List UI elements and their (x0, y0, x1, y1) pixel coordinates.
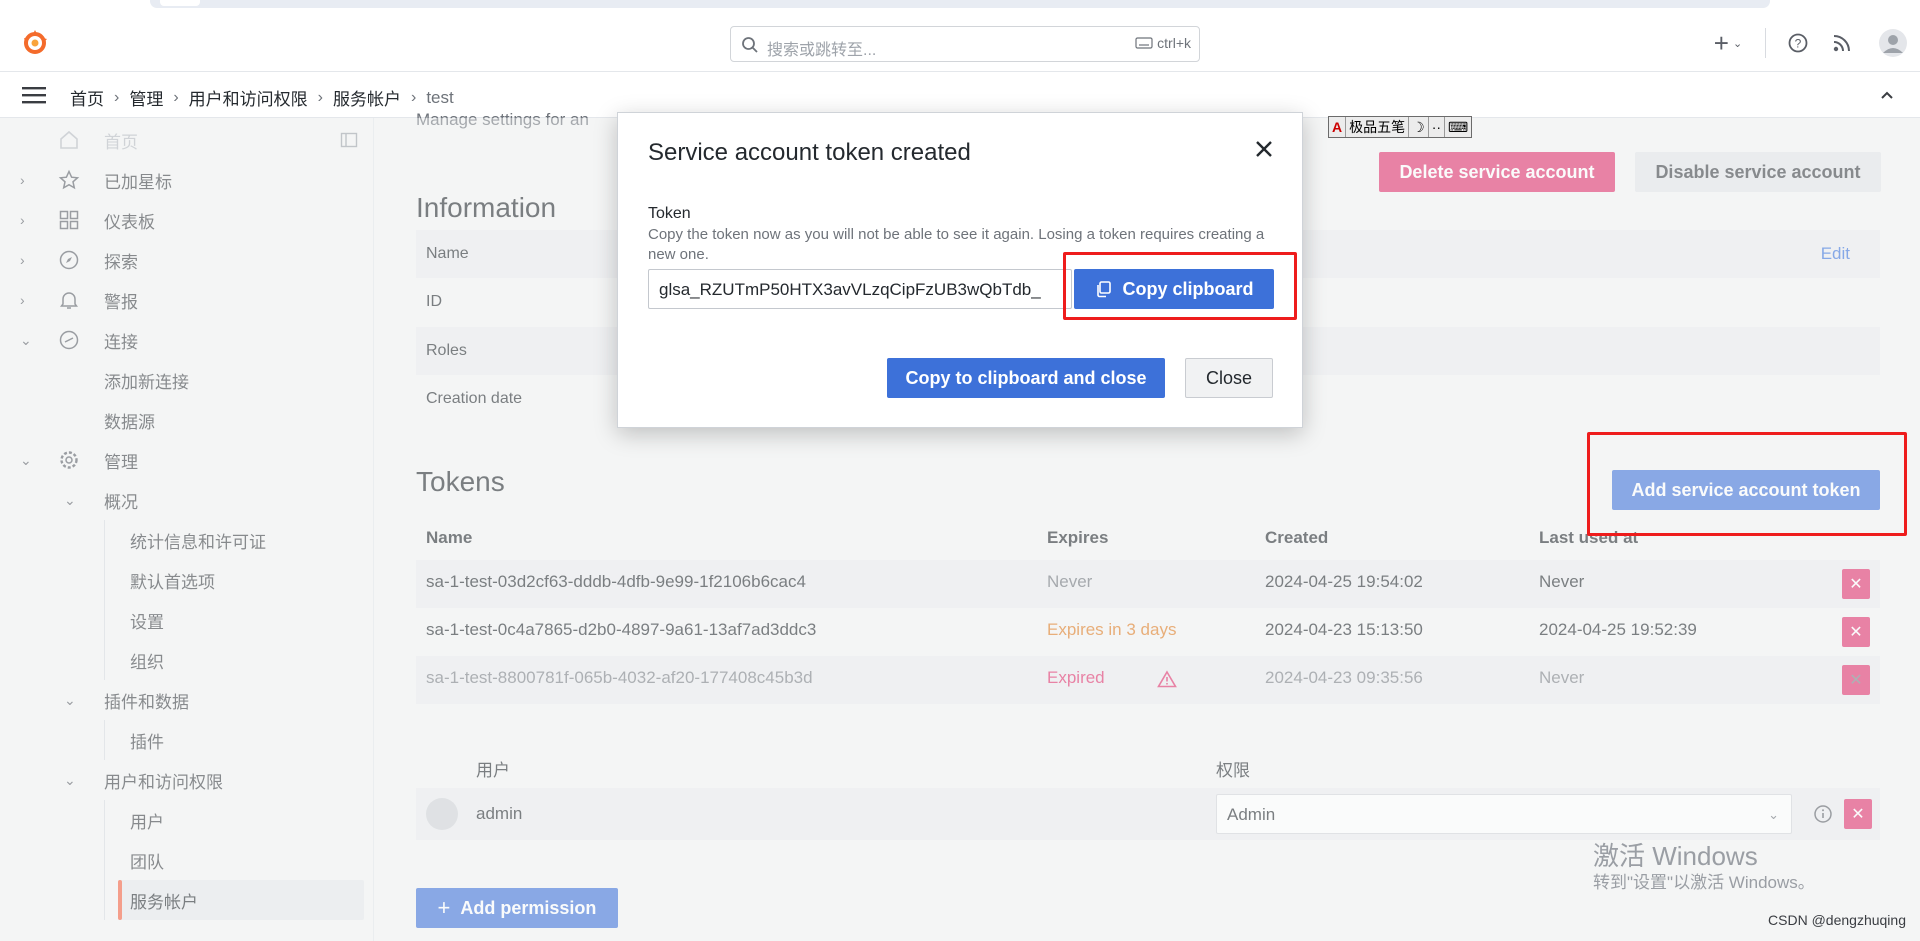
menu-icon[interactable] (22, 85, 46, 105)
annotation-rect-copy (1063, 252, 1297, 320)
copy-and-close-button[interactable]: Copy to clipboard and close (887, 358, 1165, 398)
punctuation-icon[interactable]: ·· (1429, 117, 1446, 137)
help-button[interactable]: ? (1778, 14, 1818, 72)
token-label: Token (648, 205, 691, 222)
search-shortcut: ctrl+k (1135, 35, 1191, 51)
keyboard-icon[interactable]: ⌨ (1445, 117, 1471, 137)
search-placeholder: 搜索或跳转至... (767, 42, 877, 59)
profile-button[interactable] (1866, 14, 1920, 72)
close-button[interactable]: Close (1185, 358, 1273, 398)
token-value: glsa_RZUTmP50HTX3avVLzqCipFzUB3wQbTdb_ (659, 280, 1041, 299)
top-bar: 搜索或跳转至... ctrl+k + ⌄ ? (0, 14, 1920, 72)
ime-mode[interactable]: A (1329, 117, 1347, 137)
search-icon (742, 37, 758, 53)
ime-name[interactable]: 极品五笔 (1346, 117, 1410, 137)
breadcrumb-current: test (426, 87, 454, 107)
breadcrumb-users-access[interactable]: 用户和访问权限 (189, 85, 308, 110)
breadcrumb-home[interactable]: 首页 (70, 85, 104, 110)
rss-icon (1833, 35, 1850, 52)
browser-address-bar[interactable] (150, 0, 1770, 8)
breadcrumb-separator: › (114, 88, 120, 106)
search-shortcut-label: ctrl+k (1157, 35, 1191, 51)
ime-toolbar: A 极品五笔 ☽ ·· ⌨ (1328, 116, 1473, 138)
browser-address-strip (0, 0, 1920, 14)
breadcrumb-separator: › (410, 88, 417, 106)
breadcrumb-separator: › (173, 88, 179, 106)
chevron-down-icon: ⌄ (1732, 37, 1743, 50)
news-button[interactable] (1818, 14, 1866, 72)
breadcrumb-service-accounts[interactable]: 服务帐户 (333, 85, 401, 110)
close-icon[interactable] (1252, 137, 1276, 161)
csdn-credit: CSDN @dengzhuqing (1768, 912, 1906, 928)
keyboard-icon (1135, 37, 1153, 49)
chevron-up-icon[interactable] (1878, 86, 1896, 104)
windows-activation-hint: 转到"设置"以激活 Windows。 (1593, 873, 1815, 892)
annotation-rect-add-token (1587, 432, 1907, 536)
grafana-logo-icon[interactable] (20, 28, 50, 58)
new-menu-button[interactable]: + ⌄ (1703, 14, 1753, 72)
svg-text:?: ? (1795, 37, 1802, 51)
browser-tab[interactable] (160, 0, 200, 6)
modal-title: Service account token created (648, 139, 971, 166)
breadcrumb-separator: › (317, 88, 323, 106)
top-right-actions: + ⌄ ? (1703, 14, 1920, 72)
moon-icon[interactable]: ☽ (1409, 117, 1429, 137)
plus-icon: + (1713, 27, 1729, 58)
breadcrumb: 首页 › 管理 › 用户和访问权限 › 服务帐户 › test (70, 85, 454, 110)
help-icon: ? (1788, 33, 1808, 53)
search-input[interactable]: 搜索或跳转至... ctrl+k (730, 26, 1200, 62)
divider (1765, 28, 1766, 58)
avatar-icon (1879, 29, 1907, 57)
token-field[interactable]: glsa_RZUTmP50HTX3avVLzqCipFzUB3wQbTdb_ (648, 269, 1072, 309)
breadcrumb-admin[interactable]: 管理 (129, 85, 163, 110)
